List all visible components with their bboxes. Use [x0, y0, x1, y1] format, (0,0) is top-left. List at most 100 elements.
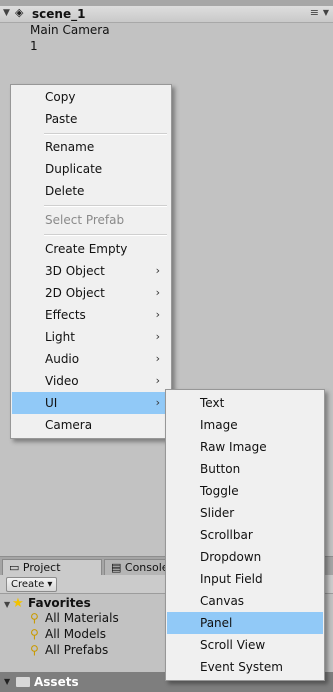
menu-item-label: Delete — [45, 184, 85, 198]
menu-separator — [44, 234, 167, 236]
chevron-right-icon: › — [155, 286, 160, 299]
chevron-down-icon[interactable]: ▼ — [323, 8, 329, 17]
menu-item-image[interactable]: Image — [167, 414, 323, 436]
chevron-down-icon: ▾ — [47, 579, 53, 590]
menu-item-effects[interactable]: Effects › — [12, 304, 170, 326]
create-button-label: Create — [11, 579, 45, 590]
create-button[interactable]: Create ▾ — [6, 577, 58, 592]
menu-item-label: Video — [45, 374, 79, 388]
menu-item-label: Duplicate — [45, 162, 103, 176]
scene-options-icon[interactable]: ≡ — [310, 6, 319, 19]
menu-item-label: Scroll View — [200, 638, 266, 652]
menu-item-label: Select Prefab — [45, 213, 125, 227]
hierarchy-item-1[interactable]: 1 — [30, 39, 38, 53]
menu-item-label: Camera — [45, 418, 93, 432]
menu-item-scrollbar[interactable]: Scrollbar — [167, 524, 323, 546]
menu-item-label: Image — [200, 418, 238, 432]
menu-item-label: 3D Object — [45, 264, 105, 278]
menu-item-audio[interactable]: Audio › — [12, 348, 170, 370]
menu-item-label: Audio — [45, 352, 80, 366]
tab-project-label: Project — [22, 561, 61, 574]
menu-item-label: Panel — [200, 616, 233, 630]
assets-label: Assets — [34, 675, 79, 689]
ui-submenu: Text Image Raw Image Button Toggle Slide… — [165, 389, 325, 681]
menu-item-copy[interactable]: Copy — [12, 86, 170, 108]
favorite-label: All Materials — [45, 611, 119, 625]
menu-item-label: Button — [200, 462, 241, 476]
tab-console-label: Console — [124, 561, 169, 574]
menu-item-label: Effects — [45, 308, 86, 322]
tab-project[interactable]: ▭ Project — [2, 559, 102, 576]
folder-icon — [16, 677, 30, 687]
fold-arrow-icon[interactable]: ▼ — [4, 600, 10, 609]
chevron-right-icon: › — [155, 374, 160, 387]
chevron-right-icon: › — [155, 308, 160, 321]
menu-item-raw-image[interactable]: Raw Image — [167, 436, 323, 458]
menu-item-canvas[interactable]: Canvas — [167, 590, 323, 612]
scene-title: scene_1 — [32, 7, 86, 21]
folder-icon: ▭ — [9, 561, 23, 574]
menu-item-input-field[interactable]: Input Field — [167, 568, 323, 590]
menu-item-panel[interactable]: Panel — [167, 612, 323, 634]
menu-item-toggle[interactable]: Toggle — [167, 480, 323, 502]
search-icon: ⚲ — [30, 611, 39, 625]
menu-item-label: Rename — [45, 140, 95, 154]
favorite-label: All Models — [45, 627, 106, 641]
menu-item-button[interactable]: Button — [167, 458, 323, 480]
menu-item-dropdown[interactable]: Dropdown — [167, 546, 323, 568]
menu-item-label: Light — [45, 330, 75, 344]
hierarchy-item-main-camera[interactable]: Main Camera — [30, 23, 110, 37]
fold-arrow-icon[interactable]: ▼ — [3, 8, 10, 18]
context-menu: Copy Paste Rename Duplicate Delete Selec… — [10, 84, 172, 439]
star-icon: ★ — [12, 596, 24, 611]
menu-item-paste[interactable]: Paste — [12, 108, 170, 130]
menu-item-3d-object[interactable]: 3D Object › — [12, 260, 170, 282]
menu-item-2d-object[interactable]: 2D Object › — [12, 282, 170, 304]
menu-item-label: Create Empty — [45, 242, 128, 256]
search-icon: ⚲ — [30, 627, 39, 641]
menu-separator — [44, 133, 167, 135]
favorite-item[interactable]: ⚲ All Materials — [30, 611, 119, 625]
menu-item-label: 2D Object — [45, 286, 105, 300]
scene-header[interactable]: ▼ ◈ scene_1 ≡ ▼ — [0, 6, 333, 23]
menu-item-label: UI — [45, 396, 58, 410]
menu-item-label: Input Field — [200, 572, 263, 586]
favorites-label: Favorites — [28, 596, 91, 610]
menu-item-label: Event System — [200, 660, 283, 674]
menu-item-label: Text — [200, 396, 225, 410]
menu-item-duplicate[interactable]: Duplicate — [12, 158, 170, 180]
menu-item-label: Paste — [45, 112, 78, 126]
chevron-right-icon: › — [155, 396, 160, 409]
chevron-right-icon: › — [155, 352, 160, 365]
menu-item-delete[interactable]: Delete — [12, 180, 170, 202]
menu-item-scroll-view[interactable]: Scroll View — [167, 634, 323, 656]
favorite-item[interactable]: ⚲ All Prefabs — [30, 643, 108, 657]
menu-item-label: Slider — [200, 506, 235, 520]
fold-arrow-icon[interactable]: ▼ — [4, 672, 10, 692]
menu-separator — [44, 205, 167, 207]
menu-item-camera[interactable]: Camera — [12, 414, 170, 436]
menu-item-label: Canvas — [200, 594, 245, 608]
menu-item-slider[interactable]: Slider — [167, 502, 323, 524]
favorites-header[interactable]: ▼ ★ Favorites — [4, 596, 91, 611]
menu-item-label: Scrollbar — [200, 528, 253, 542]
console-icon: ▤ — [111, 561, 125, 574]
menu-item-ui[interactable]: UI › — [12, 392, 170, 414]
menu-item-label: Toggle — [200, 484, 239, 498]
favorite-item[interactable]: ⚲ All Models — [30, 627, 106, 641]
menu-item-label: Raw Image — [200, 440, 267, 454]
menu-item-create-empty[interactable]: Create Empty — [12, 238, 170, 260]
unity-logo-icon: ◈ — [15, 6, 24, 19]
chevron-right-icon: › — [155, 264, 160, 277]
search-icon: ⚲ — [30, 643, 39, 657]
favorite-label: All Prefabs — [45, 643, 109, 657]
chevron-right-icon: › — [155, 330, 160, 343]
menu-item-label: Copy — [45, 90, 76, 104]
menu-item-event-system[interactable]: Event System — [167, 656, 323, 678]
menu-item-select-prefab: Select Prefab — [12, 209, 170, 231]
menu-item-text[interactable]: Text — [167, 392, 323, 414]
menu-item-rename[interactable]: Rename — [12, 136, 170, 158]
menu-item-light[interactable]: Light › — [12, 326, 170, 348]
menu-item-video[interactable]: Video › — [12, 370, 170, 392]
menu-item-label: Dropdown — [200, 550, 262, 564]
